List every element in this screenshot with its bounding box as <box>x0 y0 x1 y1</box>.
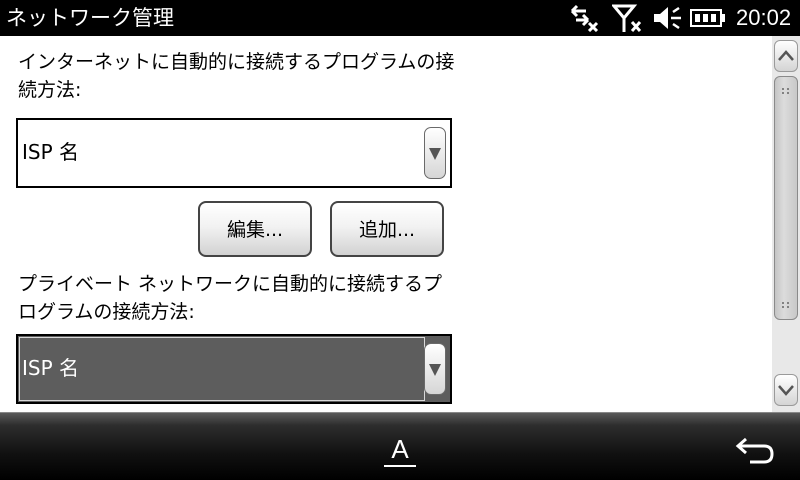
back-arrow-icon[interactable] <box>734 435 776 465</box>
scroll-up-button[interactable] <box>774 40 798 72</box>
chevron-down-icon <box>778 385 794 396</box>
clock: 20:02 <box>736 5 792 30</box>
no-signal-icon <box>612 4 642 32</box>
chevron-down-icon <box>429 148 441 160</box>
internet-connection-dropdown[interactable]: ISP 名 <box>16 118 452 188</box>
grip-icon <box>782 88 789 94</box>
title-bar: ネットワーク管理 20:02 <box>0 0 800 36</box>
private-dropdown-value: ISP 名 <box>22 356 80 380</box>
input-method-label: A <box>391 434 409 464</box>
battery-icon <box>690 9 725 27</box>
chevron-up-icon <box>778 50 794 61</box>
page-title: ネットワーク管理 <box>6 6 174 30</box>
private-network-connection-dropdown[interactable]: ISP 名 <box>16 334 452 404</box>
internet-connection-label: インターネットに自動的に接続するプログラムの接続方法: <box>18 51 455 101</box>
chevron-down-icon <box>429 364 441 376</box>
bottom-menu-bar: A <box>0 412 800 480</box>
focus-border <box>19 337 425 401</box>
dropdown-arrow-button[interactable] <box>424 127 446 179</box>
data-sync-icon <box>570 4 599 32</box>
private-network-connection-label: プライベート ネットワークに自動的に接続するプログラムの接続方法: <box>18 273 443 323</box>
input-method-underline <box>384 465 416 467</box>
grip-icon <box>782 302 789 308</box>
edit-button[interactable]: 編集... <box>198 201 312 257</box>
scroll-down-button[interactable] <box>774 374 798 406</box>
network-settings-content: インターネットに自動的に接続するプログラムの接続方法: ISP 名 編集... … <box>0 36 772 412</box>
input-method-button[interactable]: A <box>380 429 420 469</box>
scroll-thumb[interactable] <box>774 76 798 320</box>
add-button[interactable]: 追加... <box>330 201 444 257</box>
vertical-scrollbar[interactable] <box>772 36 800 412</box>
dropdown-arrow-button[interactable] <box>424 343 446 395</box>
speaker-muted-icon <box>654 6 681 30</box>
internet-dropdown-value: ISP 名 <box>22 140 80 164</box>
